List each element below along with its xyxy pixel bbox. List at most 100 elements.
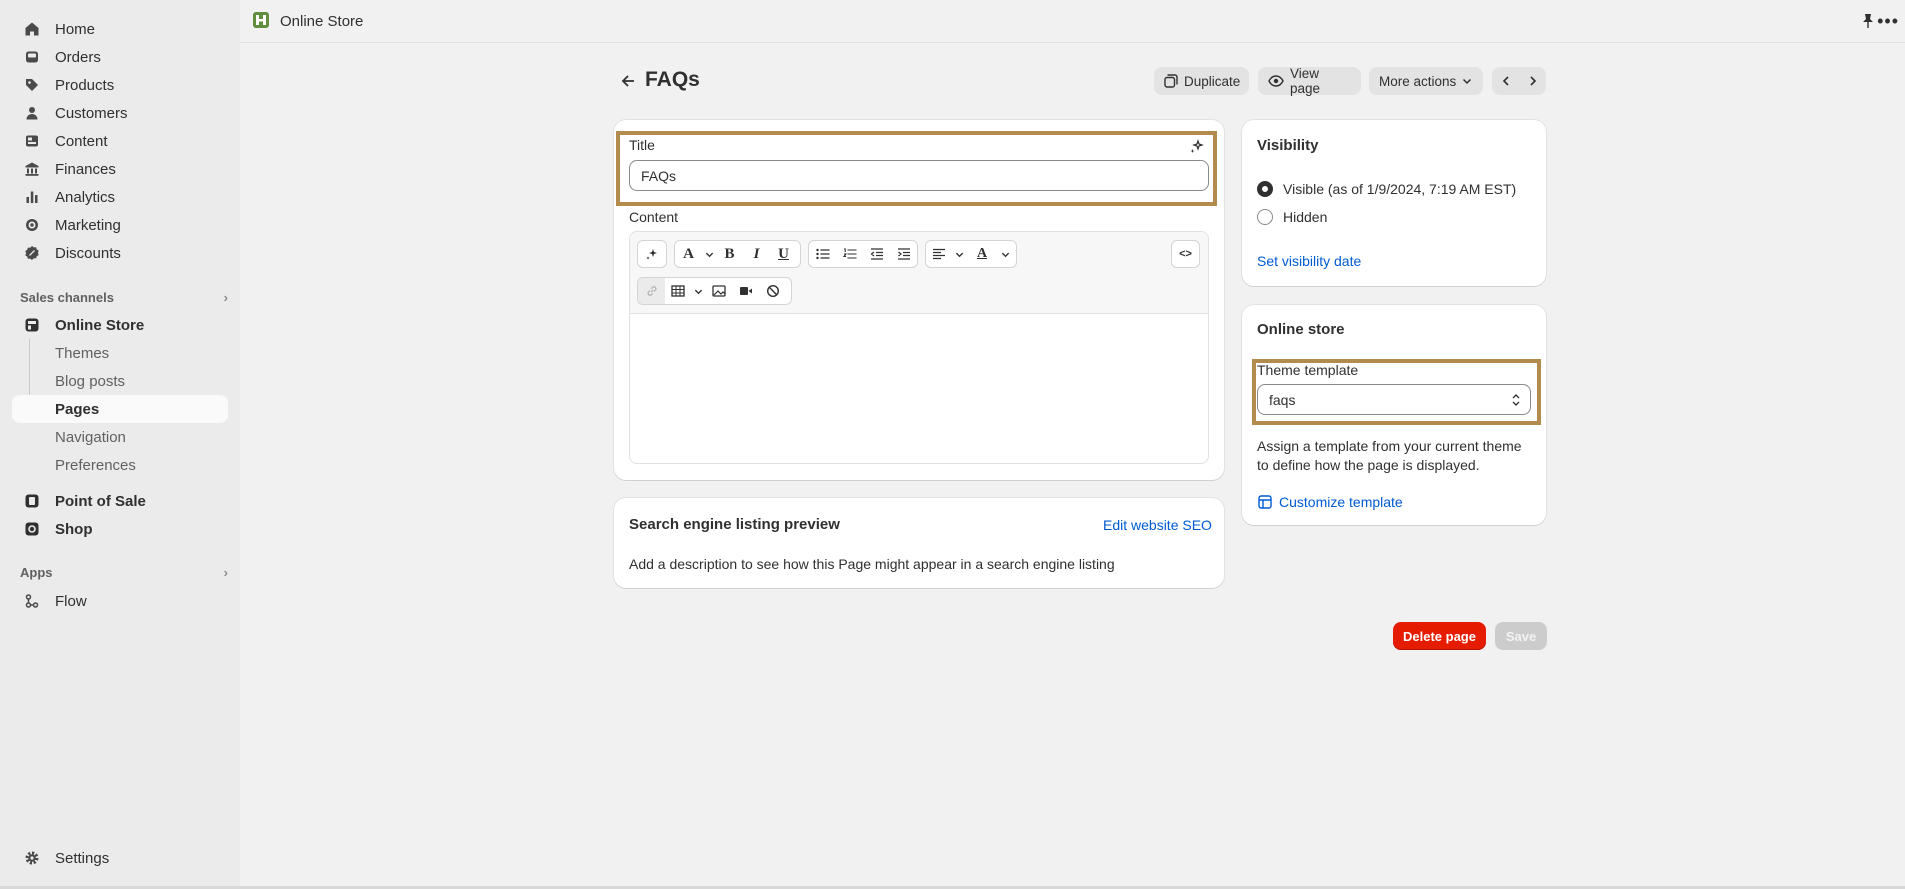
app-name: Online Store [280, 13, 364, 30]
visible-radio[interactable] [1257, 181, 1273, 197]
align-left-icon[interactable] [926, 241, 952, 267]
tb-format-group: A B I U [674, 240, 801, 268]
tb-magic-group [637, 240, 667, 268]
nav-analytics[interactable]: Analytics [12, 183, 228, 211]
nav-label: Point of Sale [55, 492, 146, 510]
underline-icon[interactable]: U [770, 241, 797, 267]
view-page-button[interactable]: View page [1258, 66, 1361, 96]
theme-template-select[interactable]: faqs [1257, 384, 1531, 415]
insert-video-icon[interactable] [732, 278, 759, 304]
clear-formatting-icon[interactable] [759, 278, 786, 304]
seo-title: Search engine listing preview [629, 516, 840, 533]
target-icon [20, 213, 44, 237]
shop-icon [20, 517, 44, 541]
editor-body[interactable] [630, 315, 1208, 463]
pin-icon[interactable] [1861, 13, 1875, 33]
more-actions-button[interactable]: More actions [1369, 67, 1483, 95]
nav-home[interactable]: Home [12, 15, 228, 43]
hidden-radio[interactable] [1257, 209, 1273, 225]
indent-icon[interactable] [890, 241, 917, 267]
nav-preferences[interactable]: Preferences [12, 451, 228, 479]
magic-sparkle-icon[interactable] [1189, 138, 1205, 158]
person-icon [20, 101, 44, 125]
font-style-icon[interactable]: A [675, 241, 702, 267]
online-store-title: Online store [1257, 321, 1345, 338]
bulleted-list-icon[interactable] [809, 241, 836, 267]
more-icon[interactable]: ••• [1877, 11, 1899, 32]
nav-label: Marketing [55, 216, 121, 234]
nav-shop[interactable]: Shop [12, 515, 228, 543]
nav-flow[interactable]: Flow [12, 587, 228, 615]
bold-icon[interactable]: B [716, 241, 743, 267]
theme-template-label: Theme template [1257, 362, 1359, 378]
chevron-down-icon[interactable] [952, 241, 966, 267]
duplicate-label: Duplicate [1184, 73, 1241, 89]
nav-navigation[interactable]: Navigation [12, 423, 228, 451]
set-visibility-date-link[interactable]: Set visibility date [1257, 253, 1361, 269]
customize-template-link[interactable]: Customize template [1279, 494, 1403, 510]
nav-blog-posts[interactable]: Blog posts [12, 367, 228, 395]
sales-channels-header[interactable]: Sales channels › [20, 286, 228, 308]
content-label: Content [629, 209, 679, 225]
nav-customers[interactable]: Customers [12, 99, 228, 127]
nav-orders[interactable]: Orders [12, 43, 228, 71]
hidden-label: Hidden [1283, 209, 1328, 225]
code-view-icon[interactable]: <> [1172, 241, 1199, 267]
text-color-icon[interactable]: A [966, 241, 998, 267]
visible-label: Visible (as of 1/9/2024, 7:19 AM EST) [1283, 181, 1517, 197]
ai-generate-icon[interactable] [638, 241, 665, 267]
sales-channels-label: Sales channels [20, 289, 114, 305]
top-bar: Online Store ••• [240, 0, 1905, 43]
duplicate-icon [1164, 74, 1178, 88]
chevron-down-icon [1462, 76, 1472, 86]
visibility-title: Visibility [1257, 137, 1319, 154]
nav-content[interactable]: Content [12, 127, 228, 155]
page-title: FAQs [645, 68, 700, 91]
tb-align-group: A [925, 240, 1017, 268]
pager [1492, 67, 1546, 95]
duplicate-button[interactable]: Duplicate [1154, 67, 1249, 95]
tb-insert-group [637, 277, 792, 305]
chevron-down-icon[interactable] [702, 241, 716, 267]
next-page-button[interactable] [1519, 75, 1546, 87]
nav-settings[interactable]: Settings [12, 844, 228, 872]
nav-finances[interactable]: Finances [12, 155, 228, 183]
nav-themes[interactable]: Themes [12, 339, 228, 367]
template-help-line1: Assign a template from your current them… [1257, 438, 1522, 454]
nav-label: Settings [55, 849, 110, 867]
nav-online-store[interactable]: Online Store [12, 311, 228, 339]
insert-image-icon[interactable] [705, 278, 732, 304]
title-value: FAQs [641, 167, 677, 184]
bank-icon [20, 157, 44, 181]
edit-website-seo-link[interactable]: Edit website SEO [1103, 517, 1212, 533]
nav-point-of-sale[interactable]: Point of Sale [12, 487, 228, 515]
nav-products[interactable]: Products [12, 71, 228, 99]
table-icon[interactable] [665, 278, 691, 304]
link-icon[interactable] [638, 278, 665, 304]
pos-icon [20, 489, 44, 513]
tag-icon [20, 73, 44, 97]
back-arrow-icon[interactable] [618, 70, 638, 92]
nav-marketing[interactable]: Marketing [12, 211, 228, 239]
title-input[interactable]: FAQs [629, 160, 1209, 191]
outdent-icon[interactable] [863, 241, 890, 267]
template-help-line2: to define how the page is displayed. [1257, 457, 1480, 473]
delete-page-button[interactable]: Delete page [1393, 622, 1486, 650]
apps-header[interactable]: Apps › [20, 561, 228, 583]
save-button[interactable]: Save [1495, 622, 1547, 650]
nav-discounts[interactable]: Discounts [12, 239, 228, 267]
chevron-down-icon[interactable] [691, 278, 705, 304]
nav-label: Online Store [55, 316, 145, 334]
more-actions-label: More actions [1379, 73, 1457, 89]
sidebar: Home Orders Products Customers Content F… [0, 0, 240, 889]
seo-card [614, 498, 1224, 588]
chevron-down-icon[interactable] [998, 241, 1012, 267]
numbered-list-icon[interactable] [836, 241, 863, 267]
view-page-label: View page [1290, 66, 1321, 96]
italic-icon[interactable]: I [743, 241, 770, 267]
previous-page-button[interactable] [1492, 75, 1519, 87]
tb-code-group: <> [1171, 240, 1200, 268]
inbox-icon [20, 45, 44, 69]
nav-pages[interactable]: Pages [12, 395, 228, 423]
image-icon [20, 129, 44, 153]
